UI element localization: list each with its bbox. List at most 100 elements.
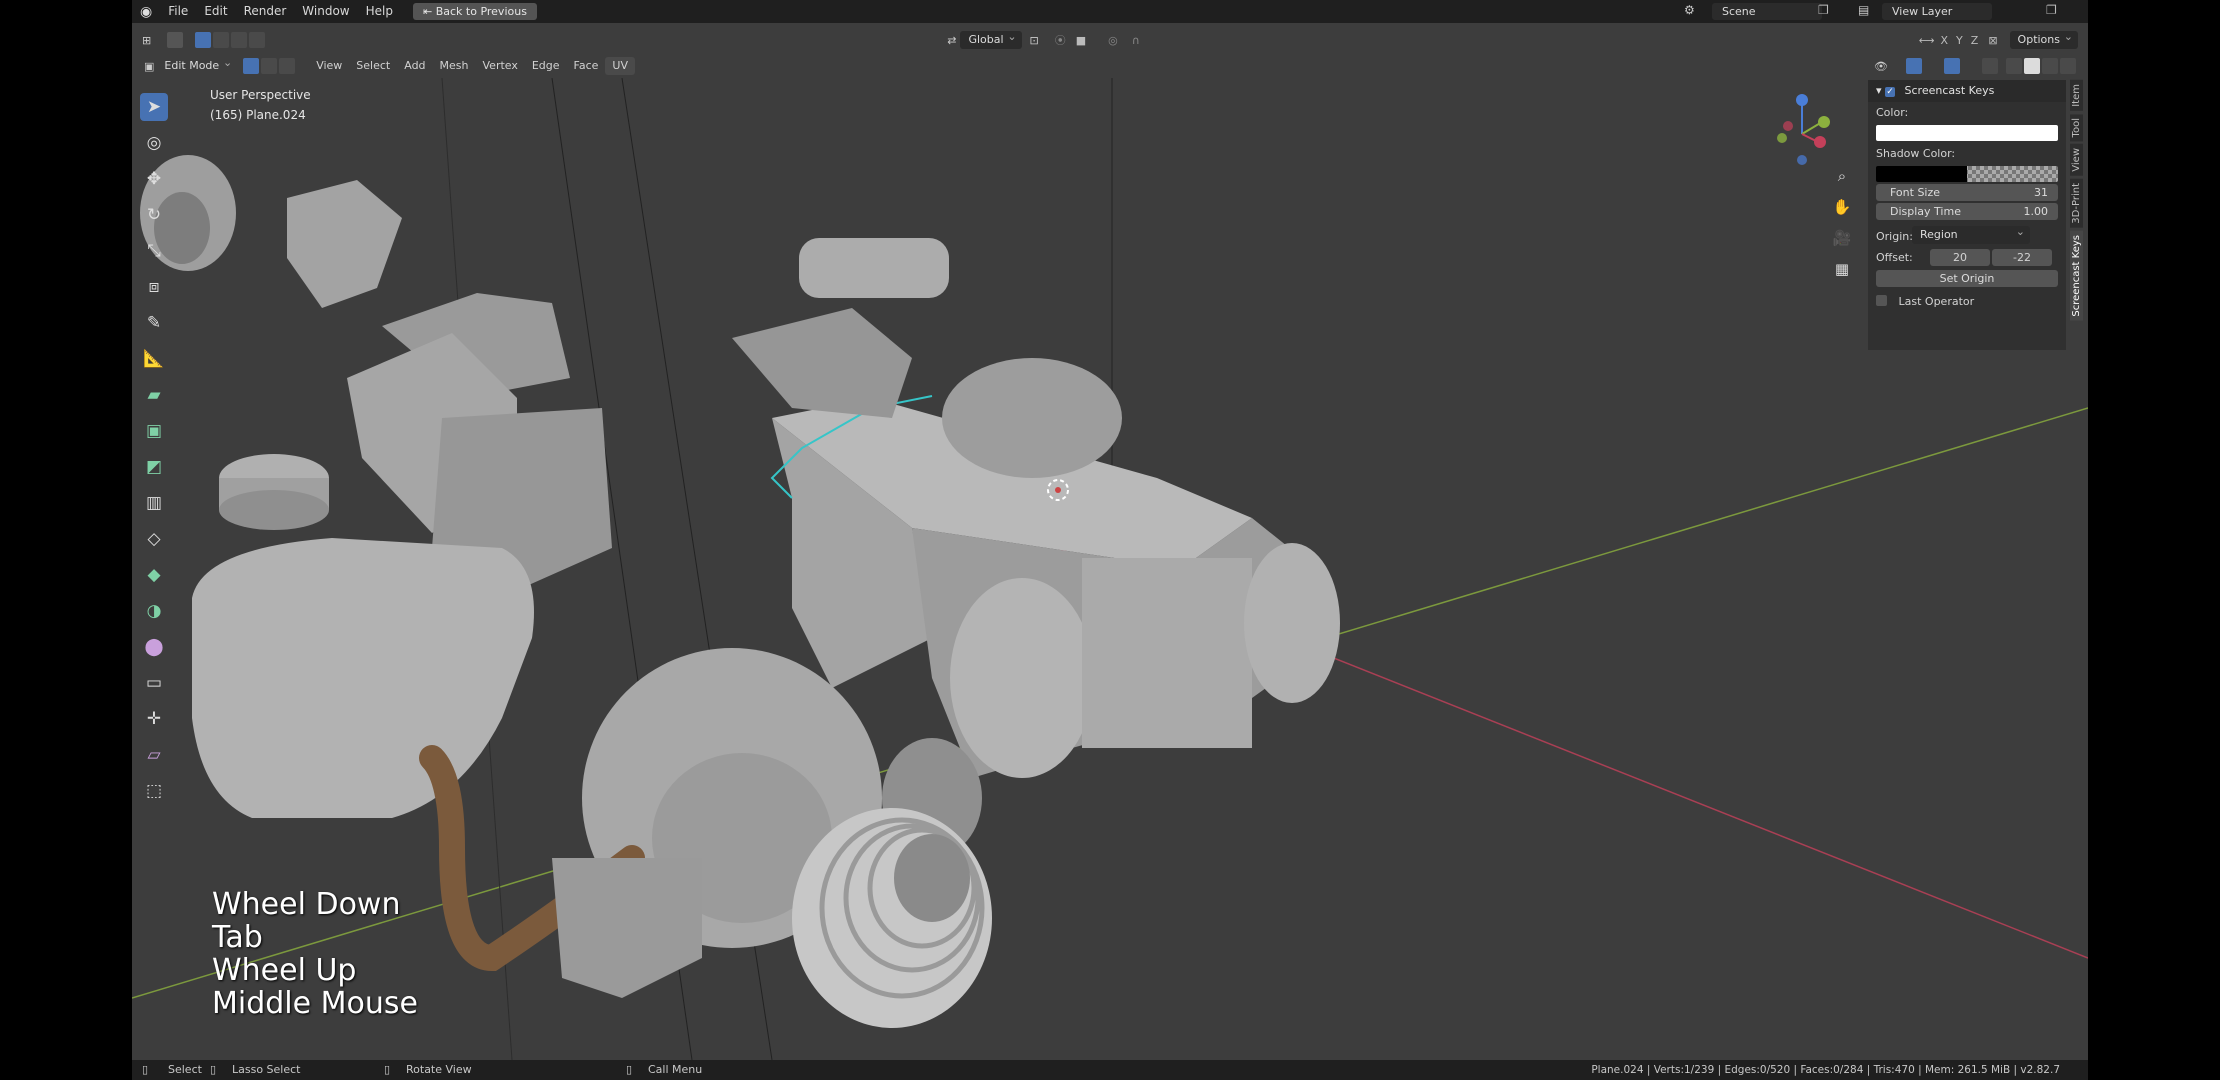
select-mode-subtract-icon[interactable] bbox=[231, 32, 248, 48]
mirror-icon[interactable]: ⟷ bbox=[1919, 34, 1935, 47]
rotate-tool-icon[interactable]: ↻ bbox=[140, 201, 168, 229]
mirror-z-toggle[interactable]: Z bbox=[1971, 34, 1979, 47]
loop-cut-tool-icon[interactable]: ▥ bbox=[140, 489, 168, 517]
menu-uv[interactable]: UV bbox=[605, 57, 635, 75]
viewport-scene[interactable] bbox=[132, 78, 2088, 1060]
orientation-dropdown[interactable]: Global bbox=[960, 28, 1022, 49]
navigation-gizmo[interactable] bbox=[1774, 92, 1830, 168]
menu-face[interactable]: Face bbox=[567, 57, 606, 75]
tab-screencast-keys[interactable]: Screencast Keys bbox=[2070, 230, 2083, 321]
menu-edit[interactable]: Edit bbox=[196, 0, 235, 23]
select-mode-new-icon[interactable] bbox=[195, 32, 212, 48]
blender-logo-icon[interactable]: ◉ bbox=[140, 4, 152, 20]
snap-target-icon[interactable]: ■ bbox=[1076, 34, 1086, 47]
display-time-field[interactable]: Display Time 1.00 bbox=[1876, 203, 2058, 220]
menu-edge[interactable]: Edge bbox=[525, 57, 567, 75]
select-box-tool-icon[interactable]: ➤ bbox=[140, 93, 168, 121]
move-tool-icon[interactable]: ✥ bbox=[140, 165, 168, 193]
xray-icon[interactable] bbox=[1982, 58, 1998, 74]
set-origin-button[interactable]: Set Origin bbox=[1876, 270, 2058, 287]
proportional-edit-icon[interactable]: ◎ bbox=[1108, 34, 1118, 47]
tab-view[interactable]: View bbox=[2070, 144, 2083, 176]
pivot-icon[interactable]: ⊡ bbox=[1030, 34, 1039, 47]
visibility-icon[interactable]: 👁 bbox=[1874, 60, 1888, 73]
menu-window[interactable]: Window bbox=[294, 0, 357, 23]
transform-tool-icon[interactable]: ⧈ bbox=[140, 273, 168, 301]
falloff-icon[interactable]: ∩ bbox=[1132, 34, 1140, 47]
menu-file[interactable]: File bbox=[160, 0, 196, 23]
menu-render[interactable]: Render bbox=[236, 0, 295, 23]
z-axis-icon[interactable] bbox=[1796, 94, 1808, 106]
measure-tool-icon[interactable]: 📐 bbox=[140, 345, 168, 373]
view-layer-field[interactable]: View Layer bbox=[1882, 3, 1992, 20]
options-dropdown[interactable]: Options bbox=[2009, 28, 2078, 49]
cursor-tool-icon[interactable]: ◎ bbox=[140, 129, 168, 157]
shading-material-icon[interactable] bbox=[2042, 58, 2058, 74]
mode-dropdown[interactable]: Edit Mode bbox=[156, 54, 237, 75]
vertex-select-icon[interactable] bbox=[243, 58, 260, 74]
shading-rendered-icon[interactable] bbox=[2060, 58, 2076, 74]
shading-wireframe-icon[interactable] bbox=[2006, 58, 2022, 74]
snap-icon[interactable]: ⦿ bbox=[1055, 32, 1066, 48]
spin-tool-icon[interactable]: ◑ bbox=[140, 597, 168, 625]
scale-tool-icon[interactable]: ⤡ bbox=[140, 237, 168, 265]
color-swatch[interactable] bbox=[1876, 125, 2058, 141]
last-operator-checkbox[interactable] bbox=[1876, 295, 1887, 306]
collapse-arrow-icon[interactable]: ▾ bbox=[1876, 84, 1885, 97]
inset-tool-icon[interactable]: ▣ bbox=[140, 417, 168, 445]
rip-tool-icon[interactable]: ⬚ bbox=[140, 777, 168, 805]
menu-mesh[interactable]: Mesh bbox=[433, 57, 476, 75]
zoom-icon[interactable]: ⌕ bbox=[1831, 165, 1853, 187]
edge-select-icon[interactable] bbox=[261, 58, 278, 74]
enable-checkbox[interactable]: ✓ bbox=[1885, 87, 1896, 97]
menu-select[interactable]: Select bbox=[349, 57, 397, 75]
new-scene-icon[interactable]: ❐ bbox=[1818, 3, 1829, 17]
shadow-color-swatch[interactable] bbox=[1876, 166, 2058, 182]
smooth-tool-icon[interactable]: ⬤ bbox=[140, 633, 168, 661]
menu-view[interactable]: View bbox=[309, 57, 349, 75]
gizmo-toggle-icon[interactable] bbox=[1906, 58, 1922, 74]
pan-hand-icon[interactable]: ✋ bbox=[1831, 196, 1853, 218]
shear-tool-icon[interactable]: ▱ bbox=[140, 741, 168, 769]
mirror-x-toggle[interactable]: X bbox=[1941, 34, 1949, 47]
shading-solid-icon[interactable] bbox=[2024, 58, 2040, 74]
view-layer-icon[interactable]: ▤ bbox=[1858, 3, 1869, 17]
extrude-tool-icon[interactable]: ▰ bbox=[140, 381, 168, 409]
face-select-icon[interactable] bbox=[279, 58, 296, 74]
scene-icon[interactable]: ⚙ bbox=[1684, 3, 1695, 17]
neg-x-axis-icon[interactable] bbox=[1783, 121, 1793, 131]
new-view-layer-icon[interactable]: ❐ bbox=[2046, 3, 2057, 17]
font-size-field[interactable]: Font Size 31 bbox=[1876, 184, 2058, 201]
editor-type-icon[interactable]: ⊞ bbox=[142, 34, 151, 47]
menu-help[interactable]: Help bbox=[358, 0, 401, 23]
poly-build-tool-icon[interactable]: ◆ bbox=[140, 561, 168, 589]
tab-tool[interactable]: Tool bbox=[2070, 113, 2083, 142]
offset-x-field[interactable]: 20 bbox=[1930, 249, 1990, 266]
mirror-y-toggle[interactable]: Y bbox=[1956, 34, 1963, 47]
tab-3d-print[interactable]: 3D-Print bbox=[2070, 178, 2083, 228]
menu-add[interactable]: Add bbox=[397, 57, 432, 75]
menu-vertex[interactable]: Vertex bbox=[476, 57, 525, 75]
select-mode-intersect-icon[interactable] bbox=[249, 32, 266, 48]
overlay-toggle-icon[interactable] bbox=[1944, 58, 1960, 74]
neg-z-axis-icon[interactable] bbox=[1797, 155, 1807, 165]
knife-tool-icon[interactable]: ◇ bbox=[140, 525, 168, 553]
screencast-panel-header[interactable]: ▾ ✓ Screencast Keys bbox=[1868, 80, 2066, 102]
y-axis-icon[interactable] bbox=[1818, 116, 1830, 128]
scene-field[interactable]: Scene bbox=[1712, 3, 1822, 20]
x-axis-icon[interactable] bbox=[1814, 136, 1826, 148]
bevel-tool-icon[interactable]: ◩ bbox=[140, 453, 168, 481]
neg-y-axis-icon[interactable] bbox=[1777, 133, 1787, 143]
camera-icon[interactable]: 🎥 bbox=[1831, 227, 1853, 249]
shrink-fatten-tool-icon[interactable]: ✛ bbox=[140, 705, 168, 733]
select-tool-icon[interactable] bbox=[167, 32, 184, 48]
grid-ortho-icon[interactable]: ▦ bbox=[1831, 258, 1853, 280]
edge-slide-tool-icon[interactable]: ▭ bbox=[140, 669, 168, 697]
select-mode-extend-icon[interactable] bbox=[213, 32, 230, 48]
tab-item[interactable]: Item bbox=[2070, 80, 2083, 111]
back-to-previous-button[interactable]: ⇤ Back to Previous bbox=[412, 3, 537, 20]
origin-dropdown[interactable]: Region bbox=[1912, 223, 2030, 244]
topology-mirror-icon[interactable]: ⊠ bbox=[1988, 34, 1997, 47]
offset-y-field[interactable]: -22 bbox=[1992, 249, 2052, 266]
annotate-tool-icon[interactable]: ✎ bbox=[140, 309, 168, 337]
